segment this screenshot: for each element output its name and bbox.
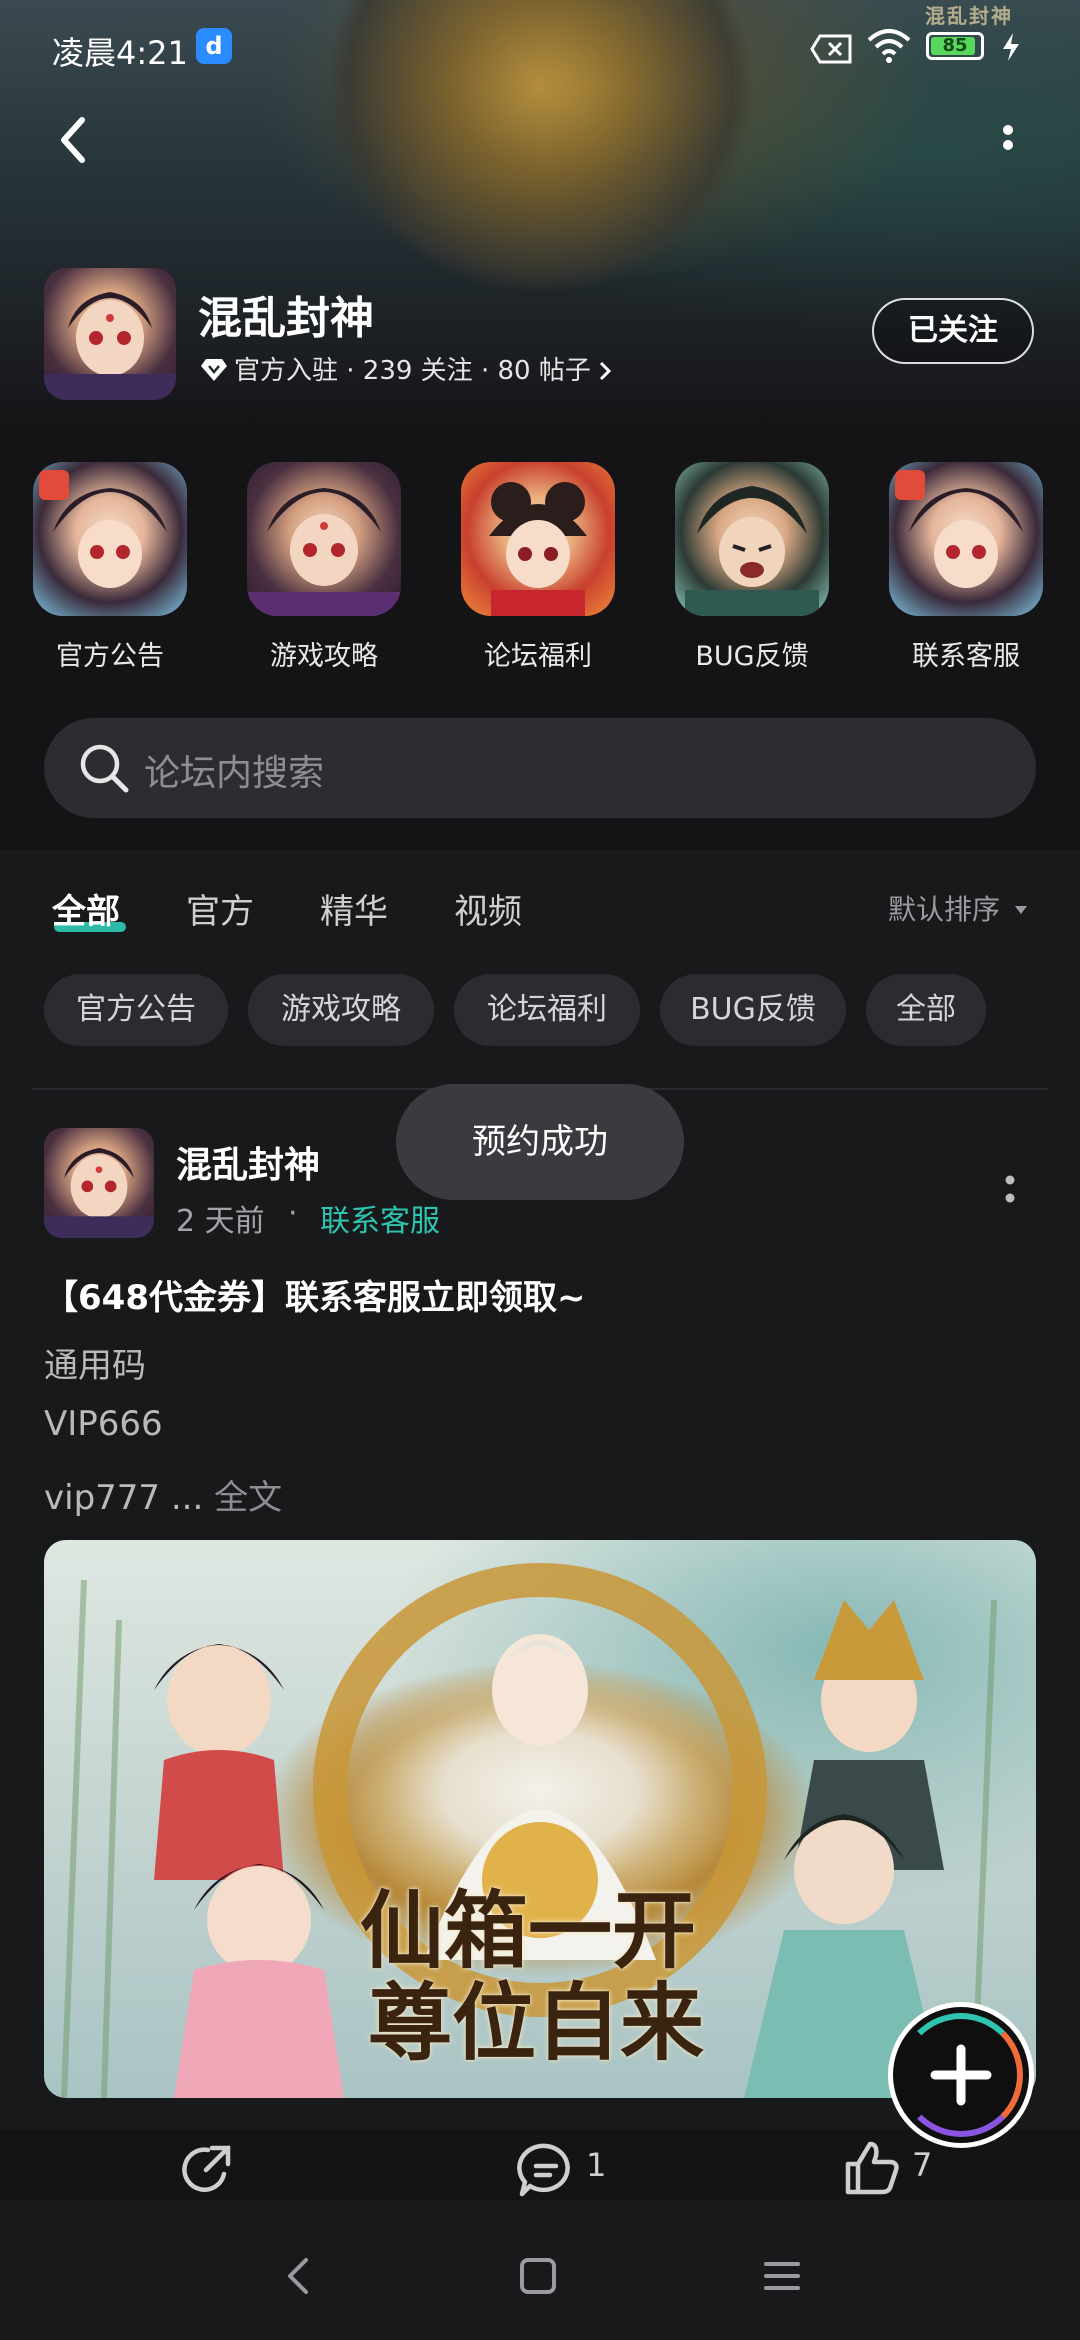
- verified-diamond-icon: [201, 359, 227, 381]
- comment-count: 1: [586, 2146, 607, 2184]
- more-vertical-icon[interactable]: [990, 118, 1026, 168]
- tab-featured[interactable]: 精华: [320, 884, 388, 933]
- app-notification-icon: d: [196, 28, 232, 64]
- chip-bug-report[interactable]: BUG反馈: [660, 974, 846, 1046]
- announcement-icon: [33, 462, 187, 616]
- tab-all[interactable]: 全部: [52, 884, 120, 933]
- guide-icon: [247, 462, 401, 616]
- like-count: 7: [912, 2146, 933, 2184]
- post-more-icon[interactable]: [1000, 1166, 1020, 1216]
- battery-indicator: 85: [926, 32, 984, 60]
- status-time: 凌晨4:21: [52, 34, 188, 72]
- post-body-line: VIP666: [44, 1404, 163, 1444]
- chip-announcement[interactable]: 官方公告: [44, 974, 228, 1046]
- post-category-link[interactable]: 联系客服: [320, 1196, 440, 1240]
- chevron-right-icon: [599, 361, 611, 381]
- share-icon[interactable]: [178, 2140, 238, 2200]
- post-image-caption: 仙箱一开 尊位自来: [360, 1885, 704, 2069]
- caption-line: 仙箱一开: [360, 1881, 697, 1980]
- toast-message: 预约成功: [396, 1084, 684, 1200]
- bug-report-icon: [675, 462, 829, 616]
- charging-icon: [1003, 33, 1019, 61]
- post-meta-separator: ·: [288, 1196, 298, 1231]
- tab-video[interactable]: 视频: [454, 884, 522, 933]
- post-time: 2 天前: [176, 1204, 265, 1239]
- game-avatar[interactable]: [44, 268, 176, 400]
- quick-entry-label: 官方公告: [56, 641, 164, 672]
- comment-icon[interactable]: [516, 2140, 576, 2200]
- search-placeholder: 论坛内搜索: [144, 753, 325, 794]
- post-body-line-last: vip777 ... 全文: [44, 1470, 282, 1519]
- sort-dropdown[interactable]: 默认排序: [888, 888, 1029, 928]
- back-icon[interactable]: [52, 110, 96, 170]
- chip-all[interactable]: 全部: [866, 974, 986, 1046]
- create-post-button[interactable]: [888, 2002, 1034, 2148]
- game-title: 混乱封神: [198, 293, 374, 344]
- quick-entry-customer-service[interactable]: 联系客服: [888, 462, 1044, 673]
- game-meta[interactable]: 官方入驻 · 239 关注 · 80 帖子: [200, 350, 613, 387]
- full-text-link[interactable]: 全文: [214, 1478, 282, 1518]
- nav-back-icon[interactable]: [280, 2256, 316, 2296]
- plus-icon: [930, 2044, 992, 2106]
- welfare-icon: [461, 462, 615, 616]
- search-icon: [80, 744, 129, 793]
- nav-menu-icon[interactable]: [762, 2258, 802, 2294]
- quick-entry-label: 联系客服: [912, 641, 1020, 672]
- game-meta-text: 官方入驻 · 239 关注 · 80 帖子: [234, 356, 591, 386]
- sort-caret-icon: [1014, 906, 1027, 914]
- tab-official[interactable]: 官方: [186, 884, 254, 933]
- quick-entry-bug-report[interactable]: BUG反馈: [674, 462, 830, 673]
- chip-guide[interactable]: 游戏攻略: [248, 974, 434, 1046]
- battery-level: 85: [942, 35, 968, 56]
- follow-button[interactable]: 已关注: [872, 298, 1034, 364]
- customer-service-icon: [889, 462, 1043, 616]
- post-author-avatar[interactable]: [44, 1128, 154, 1238]
- quick-entry-announcement[interactable]: 官方公告: [32, 462, 188, 673]
- wifi-icon: [867, 29, 911, 63]
- sim-x-icon: [810, 34, 852, 64]
- chip-welfare[interactable]: 论坛福利: [454, 974, 640, 1046]
- post-body-line: 通用码: [44, 1346, 146, 1386]
- quick-entry-label: 游戏攻略: [270, 641, 378, 672]
- post-author-name[interactable]: 混乱封神: [176, 1136, 320, 1188]
- quick-entry-guide[interactable]: 游戏攻略: [246, 462, 402, 673]
- header-corner-logo: 混乱封神: [925, 4, 1013, 28]
- post-title[interactable]: 【648代金券】联系客服立即领取~: [44, 1270, 585, 1319]
- nav-home-icon[interactable]: [518, 2256, 558, 2296]
- like-icon[interactable]: [842, 2138, 902, 2198]
- quick-entry-label: BUG反馈: [695, 641, 809, 672]
- sort-label: 默认排序: [888, 893, 1001, 926]
- caption-line: 尊位自来: [368, 1973, 705, 2072]
- post-body-text: vip777 ...: [44, 1478, 204, 1518]
- quick-entry-label: 论坛福利: [484, 641, 592, 672]
- quick-entry-welfare[interactable]: 论坛福利: [460, 462, 616, 673]
